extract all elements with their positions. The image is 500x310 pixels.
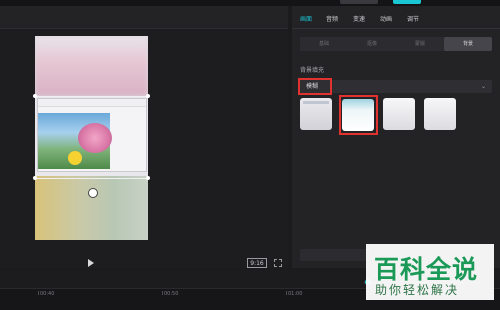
ruler-mark [162,291,163,295]
ruler-label: 00:40 [40,291,55,297]
subtab-background[interactable]: 背景 [444,37,492,51]
ruler-mark [38,291,39,295]
option-highlight-box [339,95,378,135]
top-bar-export-item[interactable] [393,0,421,4]
blur-level-option[interactable] [424,98,456,130]
cherry-tree-shape [78,123,112,153]
aspect-ratio-button[interactable]: 9:16 [247,258,267,268]
subtab-mask[interactable]: 蒙版 [396,37,444,51]
preview-panel: 9:16 [0,6,288,268]
thumb-preview-strip [303,101,329,104]
video-canvas[interactable] [35,36,148,240]
ruler-label: 01:00 [288,291,303,297]
top-bar-item[interactable] [340,0,378,4]
ruler-label: 00:50 [164,291,179,297]
blur-level-option[interactable] [383,98,415,130]
blur-level-option[interactable] [300,98,332,130]
blurred-background-bottom [35,176,148,240]
apply-all-button[interactable] [300,249,370,261]
tab-animation[interactable]: 动画 [380,14,392,23]
watermark-logo: 百科全说 助你轻松解决 [366,244,494,300]
tab-adjust[interactable]: 调节 [407,14,419,23]
blurred-background-top [35,36,148,96]
watermark-subtitle: 助你轻松解决 [375,283,460,297]
subtab-bar: 基础 抠像 蒙版 背景 [300,37,492,51]
resize-handle[interactable] [33,176,37,180]
properties-panel: 画面 音频 变速 动画 调节 基础 抠像 蒙版 背景 背景填充 模糊 ⌄ [292,6,500,268]
preview-header [0,6,288,29]
resize-handle[interactable] [33,94,37,98]
foreground-clip[interactable] [37,98,147,172]
character-shape [68,151,82,165]
tab-divider [292,28,500,29]
selection-edge-bottom [35,178,148,179]
tab-picture[interactable]: 画面 [300,14,312,23]
clip-artwork [38,113,112,169]
ruler-mark [286,291,287,295]
resize-handle[interactable] [146,94,150,98]
tab-speed[interactable]: 变速 [353,14,365,23]
play-icon[interactable] [88,259,94,267]
resize-handle[interactable] [146,176,150,180]
subtab-basic[interactable]: 基础 [300,37,348,51]
clip-toolbar-strip [38,99,146,107]
fullscreen-icon[interactable] [274,259,282,267]
chevron-down-icon: ⌄ [480,83,486,90]
subtab-cutout[interactable]: 抠像 [348,37,396,51]
rotate-icon[interactable] [88,188,98,198]
tab-audio[interactable]: 音频 [326,14,338,23]
select-highlight-box [298,78,332,95]
selection-edge-top [35,96,148,97]
background-fill-label: 背景填充 [300,67,325,74]
